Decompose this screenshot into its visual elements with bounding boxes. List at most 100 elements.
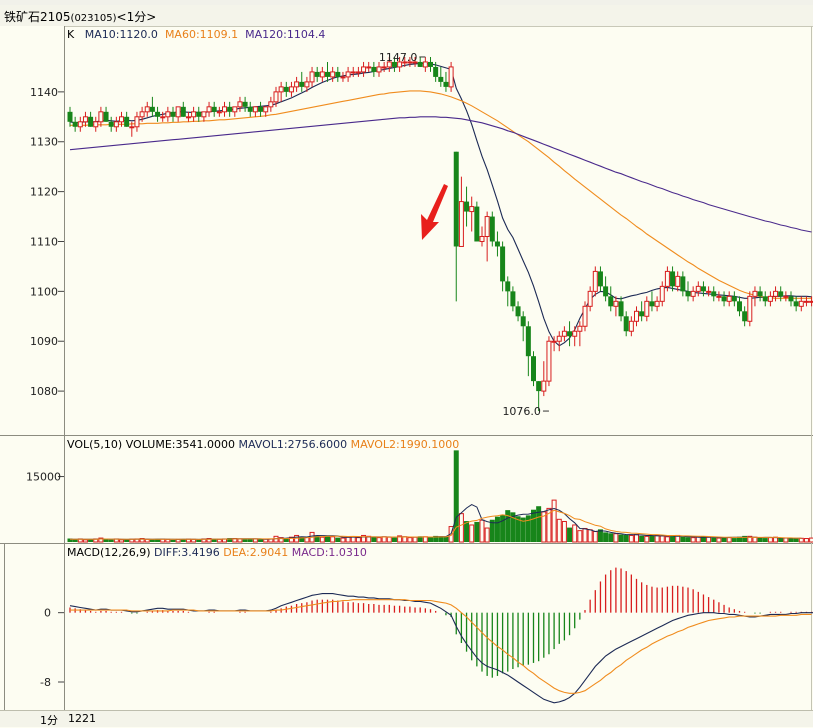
candle-body [680,276,685,291]
volume-line-mavol2 [70,510,801,539]
volume-bar [768,538,772,542]
volume-bar [248,539,253,542]
volume-legend-mavol2: MAVOL2:1990.1000 [351,438,460,451]
candle-body [778,291,783,296]
candle-body [78,122,82,127]
candle-body [264,107,268,112]
instrument-code: (023105) [71,13,117,24]
candle-body [810,301,813,302]
volume-bar [660,536,664,542]
instrument-title: 铁矿石2105(023105)<1分> [4,8,156,25]
candle-body [94,122,98,127]
candle-body [325,72,330,77]
candle-body [295,82,299,87]
volume-bar [454,450,459,542]
volume-bar [552,500,556,542]
ma-line-ma120 [70,117,812,232]
candle-body [68,112,73,122]
candle-body [670,271,675,286]
candle-body [140,112,144,117]
volume-bar [109,540,114,542]
candle-body [258,107,263,112]
candle-body [299,82,304,87]
volume-bar [243,539,248,542]
candle-body [135,117,139,127]
moving-average-lines [70,63,812,345]
candle-body [758,291,763,296]
volume-bar [196,540,201,542]
candle-body [763,296,768,301]
candle-body [583,306,587,326]
volume-bar [403,537,407,542]
candle-body [727,296,731,301]
volume-bar [707,537,711,542]
volume-bar [341,538,345,542]
volume-bar [459,514,463,542]
volume-bar [331,537,335,542]
chart-period[interactable]: <1分> [117,10,157,24]
candle-body [495,241,500,246]
candle-body [562,331,566,336]
candle-body [382,67,386,68]
candle-body [799,301,803,306]
candle-body [557,336,561,341]
candle-body [660,286,664,301]
volume-bar [392,538,397,542]
candle-body [547,341,551,381]
volume-bar [73,539,78,542]
volume-bar [557,519,561,542]
price-tick-label: 1100 [30,285,58,298]
candle-body [335,72,340,77]
volume-bar [150,540,155,542]
volume-bar [608,533,613,542]
cursor-position: 1221 [68,712,96,725]
candle-body [588,291,592,306]
price-tick-label: 1140 [30,86,58,99]
candle-body [598,271,603,286]
candle-body [711,291,716,296]
candle-body [351,72,355,73]
chart-plot-area[interactable]: 1080109011001110112011301140 15000 0-8 1… [0,26,813,710]
volume-line-mavol1 [70,505,801,540]
volume-bar [413,537,417,542]
volume-bar [253,539,257,542]
volume-bar [443,537,448,542]
candle-body [449,67,453,87]
volume-bar [593,532,597,542]
volume-bar [624,535,629,542]
volume-bar [573,525,577,542]
arrow-icon [421,184,448,240]
candle-body [696,286,700,291]
volume-bar [320,537,324,542]
volume-bar [665,537,669,542]
macd-tick-label: 0 [44,607,51,620]
volume-bar [500,515,505,542]
volume-bar [377,538,381,542]
candle-body [377,67,381,72]
candle-body [310,72,314,82]
price-tick-label: 1130 [30,136,58,149]
candle-body [192,112,196,117]
volume-bar [104,539,109,542]
candle-body [459,202,463,247]
volume-bar [526,515,531,542]
candle-body [346,72,350,77]
volume-bar [480,520,484,542]
chart-title-bar: 铁矿石2105(023105)<1分> [0,5,813,27]
candle-body [253,107,257,112]
candle-body [701,286,706,291]
macd-legend-diff: DIFF:3.4196 [154,546,220,559]
volume-bar [356,538,360,542]
candle-body [639,311,644,316]
candle-body [320,72,324,77]
candle-body [423,62,427,67]
annotation-label: 1147.0 [379,51,418,64]
candle-body [130,127,134,128]
candle-body [331,72,335,77]
candle-body [567,331,572,336]
volume-bar [531,510,536,542]
volume-bar [680,537,685,542]
candle-body [732,296,737,301]
candle-body [521,316,526,326]
candle-body [227,107,232,112]
